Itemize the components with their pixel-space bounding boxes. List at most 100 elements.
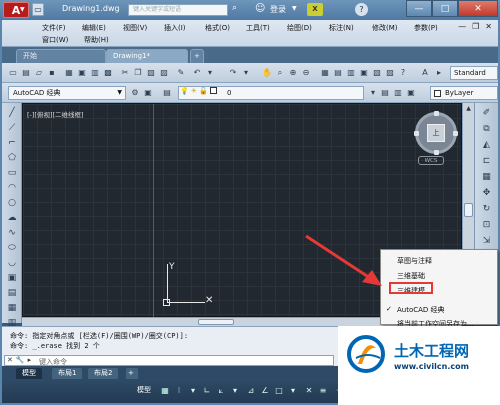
color-combo[interactable]: ByLayer bbox=[430, 86, 498, 100]
tab-start[interactable]: 开始 bbox=[16, 49, 106, 63]
scroll-up-icon[interactable]: ▲ bbox=[463, 103, 474, 114]
add-layout-button[interactable]: + bbox=[126, 368, 138, 379]
undo-icon[interactable]: ↶ bbox=[192, 67, 202, 78]
mirror-icon[interactable]: ◭ bbox=[480, 139, 493, 152]
redo-icon[interactable]: ↷ bbox=[228, 67, 238, 78]
viewcube[interactable]: 上 bbox=[414, 111, 458, 155]
print-icon[interactable]: ▦ bbox=[64, 67, 74, 78]
save-icon[interactable]: ▪ bbox=[47, 67, 57, 78]
menu-draw[interactable]: 绘图(D) bbox=[287, 23, 312, 33]
erase-icon[interactable]: ✐ bbox=[480, 107, 493, 120]
menu-item-autocad-classic[interactable]: AutoCAD 经典 bbox=[397, 305, 445, 315]
annotation-visibility-icon[interactable]: ✕ bbox=[304, 385, 314, 397]
ellipse-icon[interactable]: ⬭ bbox=[6, 242, 18, 254]
array-icon[interactable]: ▦ bbox=[480, 171, 493, 184]
layer-properties-icon[interactable]: ▤ bbox=[162, 87, 172, 98]
offset-icon[interactable]: ⊏ bbox=[480, 155, 493, 168]
publish-icon[interactable]: ▥ bbox=[90, 67, 100, 78]
sun-icon[interactable]: ☀ bbox=[191, 87, 197, 95]
match-prop-icon[interactable]: ▨ bbox=[159, 67, 169, 78]
signin-caret-icon[interactable]: ▼ bbox=[292, 5, 297, 12]
make-block-icon[interactable]: ▤ bbox=[6, 287, 18, 299]
menu-window[interactable]: 窗口(W) bbox=[42, 35, 68, 45]
stretch-icon[interactable]: ⇲ bbox=[480, 235, 493, 248]
viewport-controls-label[interactable]: [-][俯视][二维线框] bbox=[27, 109, 84, 119]
wcs-menu[interactable]: WCS bbox=[418, 156, 444, 165]
spline-icon[interactable]: ∿ bbox=[6, 227, 18, 239]
markup-icon[interactable]: ▧ bbox=[372, 67, 382, 78]
tab-layout2[interactable]: 布局2 bbox=[88, 368, 119, 379]
layer-match-icon[interactable]: ▥ bbox=[393, 87, 403, 98]
snap-caret-icon[interactable]: ▾ bbox=[188, 385, 198, 397]
osnap-icon[interactable]: □ bbox=[274, 385, 284, 397]
grid-icon[interactable]: ▦ bbox=[160, 385, 170, 397]
undo-caret-icon[interactable]: ▾ bbox=[205, 67, 215, 78]
close-command-icon[interactable]: ✕ bbox=[7, 356, 13, 364]
search-input[interactable]: 键入关键字或短语 bbox=[128, 4, 228, 16]
line-icon[interactable]: ╱ bbox=[6, 107, 18, 119]
zoom-previous-icon[interactable]: ⊖ bbox=[301, 67, 311, 78]
menu-format[interactable]: 格式(O) bbox=[205, 23, 230, 33]
cut-icon[interactable]: ✂ bbox=[120, 67, 130, 78]
arc-icon[interactable]: ◠ bbox=[6, 182, 18, 194]
viewcube-top-face[interactable]: 上 bbox=[427, 124, 445, 142]
polygon-icon[interactable]: ⬠ bbox=[6, 152, 18, 164]
new-icon[interactable]: ▭ bbox=[8, 67, 18, 78]
close-button[interactable]: ✕ bbox=[458, 0, 498, 17]
menu-file[interactable]: 文件(F) bbox=[42, 23, 66, 33]
3d-print-icon[interactable]: ▩ bbox=[103, 67, 113, 78]
open-icon[interactable]: ▱ bbox=[34, 67, 44, 78]
binoculars-icon[interactable]: ⌕ bbox=[232, 3, 244, 16]
polar-caret-icon[interactable]: ▾ bbox=[230, 385, 240, 397]
redo-caret-icon[interactable]: ▾ bbox=[241, 67, 251, 78]
zoom-realtime-icon[interactable]: ⌕ bbox=[275, 67, 285, 78]
snap-icon[interactable]: ⁝ bbox=[174, 385, 184, 397]
model-space-toggle[interactable]: 模型 bbox=[137, 385, 151, 395]
lightbulb-icon[interactable]: 💡 bbox=[180, 87, 189, 95]
properties-icon[interactable]: ▦ bbox=[320, 67, 330, 78]
menu-view[interactable]: 视图(V) bbox=[123, 23, 147, 33]
brush-icon[interactable]: ✎ bbox=[176, 67, 186, 78]
text-style-combo[interactable]: Standard bbox=[450, 66, 498, 80]
menu-parametric[interactable]: 参数(P) bbox=[414, 23, 438, 33]
doc-minimize-button[interactable]: — bbox=[458, 22, 466, 31]
construction-line-icon[interactable]: ⟋ bbox=[6, 122, 18, 134]
lineweight-icon[interactable]: ≡ bbox=[318, 385, 328, 397]
rectangle-icon[interactable]: ▭ bbox=[6, 167, 18, 179]
zoom-window-icon[interactable]: ⊕ bbox=[288, 67, 298, 78]
doc-close-button[interactable]: ✕ bbox=[485, 22, 492, 31]
qnew-icon[interactable]: ▤ bbox=[21, 67, 31, 78]
minimize-button[interactable]: — bbox=[406, 0, 432, 17]
menu-dimension[interactable]: 标注(N) bbox=[329, 23, 354, 33]
viewcube-west-marker[interactable] bbox=[414, 131, 419, 136]
paste-icon[interactable]: ▧ bbox=[146, 67, 156, 78]
move-icon[interactable]: ✥ bbox=[480, 187, 493, 200]
rotate-icon[interactable]: ↻ bbox=[480, 203, 493, 216]
preview-icon[interactable]: ▣ bbox=[77, 67, 87, 78]
tab-model[interactable]: 模型 bbox=[16, 368, 42, 379]
signin-label[interactable]: 登录 bbox=[270, 4, 286, 15]
doc-restore-button[interactable]: ❐ bbox=[472, 22, 479, 31]
lock-icon[interactable]: 🔓 bbox=[199, 87, 208, 95]
exchange-apps-icon[interactable]: X bbox=[307, 3, 323, 16]
revcloud-icon[interactable]: ☁ bbox=[6, 212, 18, 224]
dim-style-icon[interactable]: ▸ bbox=[434, 67, 444, 78]
menu-insert[interactable]: 插入(I) bbox=[164, 23, 186, 33]
menu-item-drafting-annotation[interactable]: 草图与注释 bbox=[397, 256, 432, 266]
hatch-icon[interactable]: ▦ bbox=[6, 302, 18, 314]
help-toolbar-icon[interactable]: ? bbox=[398, 67, 408, 78]
new-file-icon[interactable]: ▭ bbox=[32, 3, 44, 16]
workspace-combo[interactable]: AutoCAD 经典 ▼ bbox=[8, 86, 126, 100]
polyline-icon[interactable]: ⌐ bbox=[6, 137, 18, 149]
menu-modify[interactable]: 修改(M) bbox=[372, 23, 398, 33]
workspace-settings-icon[interactable]: ⚙ bbox=[130, 87, 140, 98]
make-current-icon[interactable]: ▾ bbox=[368, 87, 378, 98]
new-tab-button[interactable]: + bbox=[190, 49, 204, 63]
vertical-scroll-thumb[interactable] bbox=[464, 203, 473, 217]
isodraft-icon[interactable]: ⊿ bbox=[246, 385, 256, 397]
menu-tools[interactable]: 工具(T) bbox=[246, 23, 270, 33]
command-input[interactable]: ✕ 🔧 ▸ 键入命令 bbox=[4, 355, 334, 366]
viewcube-east-marker[interactable] bbox=[453, 131, 458, 136]
command-prompt-icon[interactable]: ▸ bbox=[28, 356, 32, 364]
layer-isolate-icon[interactable]: ▣ bbox=[406, 87, 416, 98]
